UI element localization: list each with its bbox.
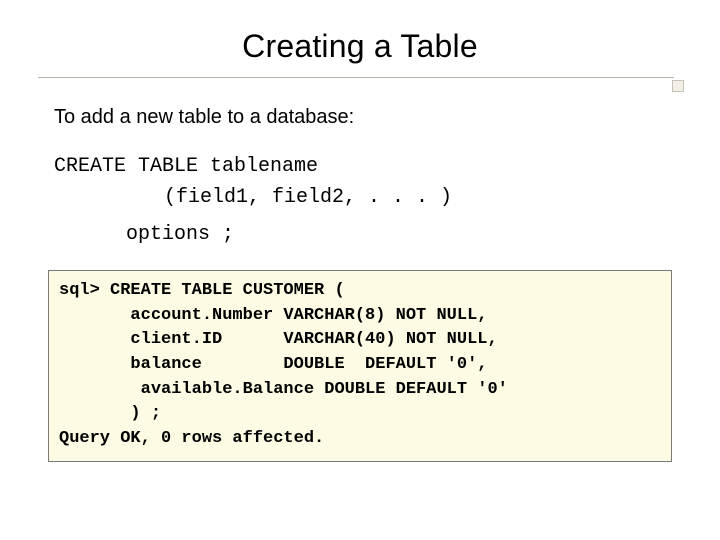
slide-title: Creating a Table bbox=[0, 0, 720, 73]
slide: Creating a Table To add a new table to a… bbox=[0, 0, 720, 540]
syntax-line-2: (field1, field2, . . . ) bbox=[164, 182, 666, 213]
syntax-line-3: options ; bbox=[126, 219, 666, 250]
corner-decoration bbox=[672, 80, 684, 92]
sql-example-box: sql> CREATE TABLE CUSTOMER ( account.Num… bbox=[48, 270, 672, 462]
slide-body: To add a new table to a database: CREATE… bbox=[0, 78, 720, 250]
syntax-line-1: CREATE TABLE tablename bbox=[54, 151, 666, 182]
intro-text: To add a new table to a database: bbox=[54, 106, 666, 129]
